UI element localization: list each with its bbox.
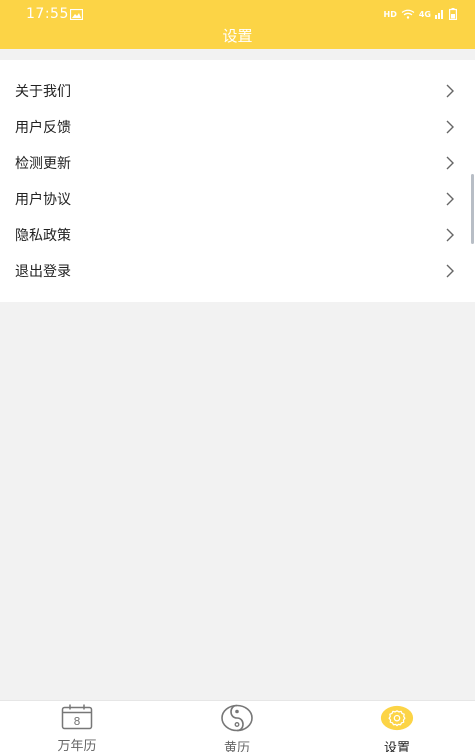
signal-icon	[435, 10, 443, 19]
gear-icon	[380, 704, 414, 732]
menu-item-about-us[interactable]: 关于我们	[0, 73, 475, 109]
menu-item-label: 隐私政策	[15, 228, 71, 244]
menu-item-label: 关于我们	[15, 84, 71, 100]
tab-label: 黄历	[223, 741, 250, 752]
scrollbar[interactable]	[471, 174, 474, 244]
status-time: 17:55	[26, 6, 69, 22]
hd-indicator: HD	[383, 9, 397, 19]
chevron-right-icon	[446, 84, 454, 98]
image-notification-icon	[70, 9, 83, 20]
menu-item-user-agreement[interactable]: 用户协议	[0, 181, 475, 217]
tab-settings[interactable]: 设置	[337, 701, 457, 752]
tab-almanac[interactable]: 黄历	[177, 701, 297, 752]
menu-item-check-update[interactable]: 检测更新	[0, 145, 475, 181]
tab-label: 设置	[383, 741, 410, 752]
menu-item-logout[interactable]: 退出登录	[0, 253, 475, 289]
tab-calendar[interactable]: 8 万年历	[17, 701, 137, 752]
chevron-right-icon	[446, 156, 454, 170]
chevron-right-icon	[446, 264, 454, 278]
chevron-right-icon	[446, 228, 454, 242]
menu-item-label: 检测更新	[15, 156, 71, 172]
status-indicators: HD 4G	[384, 8, 457, 20]
network-type-indicator: 4G	[418, 9, 431, 19]
yin-yang-icon	[220, 704, 254, 732]
battery-icon	[449, 8, 457, 20]
calendar-icon: 8	[60, 704, 94, 730]
settings-menu: 关于我们 用户反馈 检测更新 用户协议 隐私政策 退出登录	[0, 60, 475, 302]
page-title: 设置	[222, 27, 253, 45]
app-header: 设置	[0, 28, 475, 49]
menu-item-label: 退出登录	[15, 264, 71, 280]
wifi-icon	[401, 9, 415, 19]
chevron-right-icon	[446, 192, 454, 206]
chevron-right-icon	[446, 120, 454, 134]
menu-item-feedback[interactable]: 用户反馈	[0, 109, 475, 145]
tab-label: 万年历	[57, 739, 97, 752]
status-bar: 17:55 HD 4G	[0, 0, 475, 28]
menu-item-label: 用户反馈	[15, 120, 71, 136]
calendar-icon-day: 8	[74, 715, 81, 728]
bottom-tab-bar: 8 万年历 黄历 设置	[0, 700, 475, 752]
menu-item-label: 用户协议	[15, 192, 71, 208]
menu-item-privacy-policy[interactable]: 隐私政策	[0, 217, 475, 253]
